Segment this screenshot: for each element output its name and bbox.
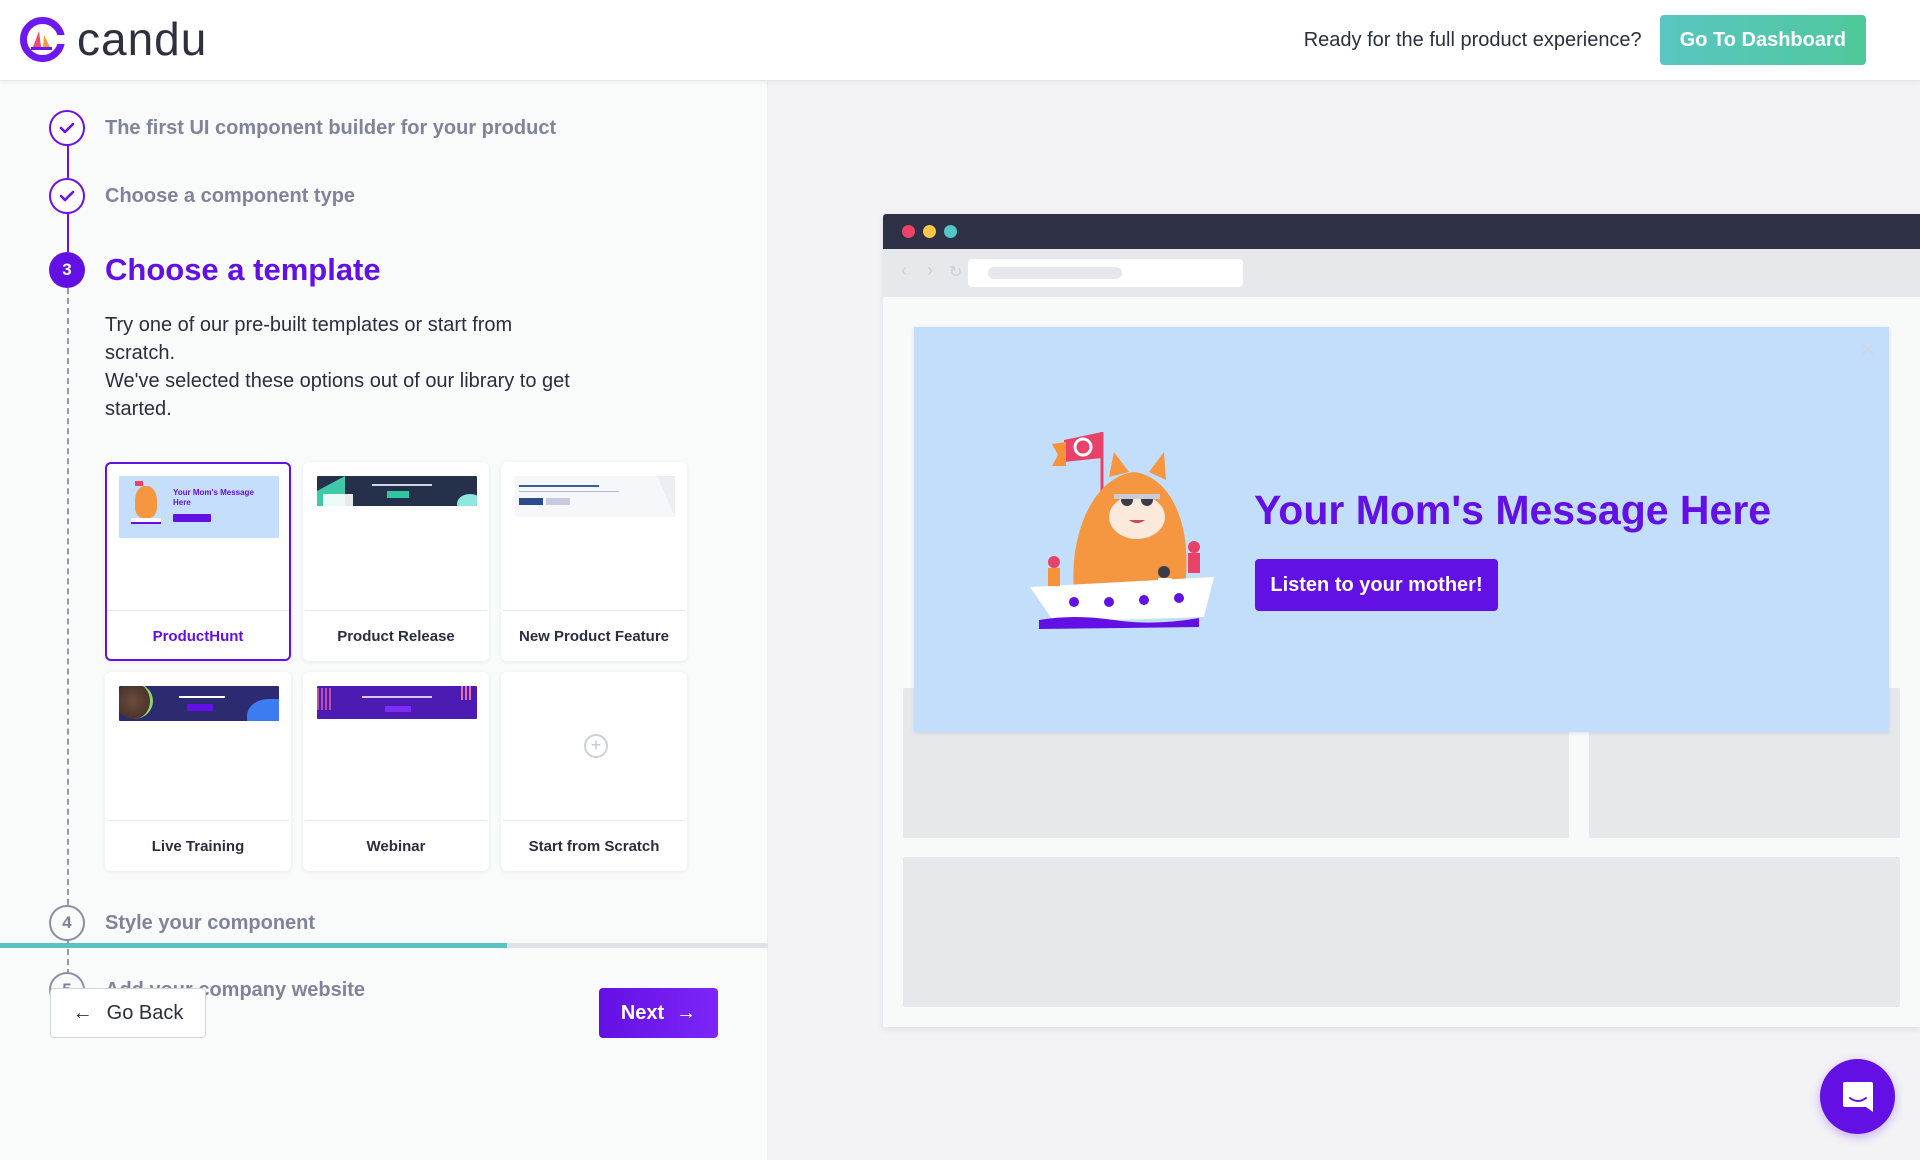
- desk-shape: [323, 494, 353, 506]
- template-label: Start from Scratch: [528, 838, 660, 855]
- step-number-badge: 4: [49, 905, 85, 941]
- template-card-webinar[interactable]: Webinar: [303, 672, 489, 871]
- thumb-button: [173, 514, 211, 522]
- flag-shape: [135, 481, 143, 486]
- chat-icon: [1842, 1081, 1873, 1112]
- template-card-live-training[interactable]: Live Training: [105, 672, 291, 871]
- boat-shape: [131, 518, 161, 524]
- step-connector: [67, 145, 69, 178]
- top-header: candu Ready for the full product experie…: [0, 0, 1920, 81]
- blob-shape: [457, 494, 477, 506]
- template-card-producthunt[interactable]: Your Mom's Message Here ProductHunt: [105, 462, 291, 661]
- window-minimize-dot: [923, 225, 936, 238]
- template-card-product-release[interactable]: Product Release: [303, 462, 489, 661]
- banner-cta-button[interactable]: Listen to your mother!: [1255, 559, 1498, 611]
- template-card-new-product-feature[interactable]: New Product Feature: [501, 462, 687, 661]
- check-icon: [49, 110, 85, 146]
- template-thumbnail: Your Mom's Message Here: [119, 476, 279, 538]
- step-description: Try one of our pre-built templates or st…: [105, 311, 575, 423]
- template-label: Live Training: [151, 838, 245, 855]
- placeholder-block: [903, 857, 1900, 1007]
- step-label: Choose a component type: [105, 184, 356, 207]
- address-placeholder: [988, 267, 1122, 279]
- preview-banner: ✕ Your Mom's Message Here Listen to your…: [914, 327, 1889, 732]
- go-to-dashboard-button[interactable]: Go To Dashboard: [1659, 15, 1866, 65]
- corner-shape: [657, 476, 675, 517]
- next-button[interactable]: Next →: [599, 988, 718, 1038]
- template-thumbnail: [515, 476, 675, 517]
- window-maximize-dot: [944, 225, 957, 238]
- arrow-left-icon: ←: [72, 1001, 93, 1024]
- description-line-2: We've selected these options out of our …: [105, 370, 570, 420]
- template-thumbnail: [317, 476, 477, 506]
- blob-shape: [247, 699, 279, 721]
- thumb-text-line: [362, 696, 432, 698]
- go-back-button[interactable]: ← Go Back: [50, 988, 206, 1038]
- step-4[interactable]: 4 Style your component: [49, 905, 315, 941]
- chat-launcher-button[interactable]: [1820, 1059, 1895, 1134]
- step-number-badge: 3: [49, 252, 85, 288]
- step-label: Style your component: [105, 911, 316, 934]
- cat-illustration: [135, 486, 157, 518]
- photo-shape: [119, 686, 153, 719]
- thumb-title: Your Mom's Message Here: [173, 488, 254, 507]
- step-1[interactable]: The first UI component builder for your …: [49, 110, 556, 146]
- current-step-title: Choose a template: [105, 252, 381, 287]
- thumb-button: [387, 491, 409, 498]
- step-label: The first UI component builder for your …: [105, 116, 557, 139]
- window-close-dot: [902, 225, 915, 238]
- template-grid: Your Mom's Message Here ProductHunt Prod…: [105, 462, 690, 871]
- candu-logo-icon: [20, 17, 65, 62]
- browser-titlebar: [883, 214, 1920, 249]
- card-divider: [107, 820, 289, 821]
- card-divider: [305, 820, 487, 821]
- header-cta: Ready for the full product experience? G…: [1304, 15, 1866, 65]
- candu-logo[interactable]: candu: [20, 13, 208, 65]
- pattern-shape: [461, 686, 473, 700]
- browser-toolbar: ‹ › ↻: [883, 249, 1920, 297]
- step-2[interactable]: Choose a component type: [49, 178, 355, 214]
- step-connector: [67, 214, 69, 252]
- progress-bar: [0, 943, 768, 948]
- card-divider: [305, 610, 487, 611]
- plus-circle-icon: +: [584, 734, 608, 758]
- card-divider: [503, 610, 685, 611]
- card-divider: [107, 610, 289, 611]
- template-label: Webinar: [366, 838, 426, 855]
- template-label: ProductHunt: [152, 628, 244, 645]
- template-thumbnail: [119, 686, 279, 721]
- thumb-button: [187, 704, 213, 711]
- thumb-text-line: [519, 485, 599, 487]
- template-label: New Product Feature: [518, 628, 670, 645]
- description-line-1: Try one of our pre-built templates or st…: [105, 314, 513, 364]
- header-prompt: Ready for the full product experience?: [1303, 28, 1642, 51]
- step-connector-dashed: [67, 288, 69, 985]
- banner-title: Your Mom's Message Here: [1254, 487, 1772, 533]
- step-3: 3 Choose a template: [49, 252, 381, 288]
- forward-icon: ›: [927, 260, 933, 280]
- close-icon[interactable]: ✕: [1859, 337, 1877, 363]
- progress-fill: [0, 943, 507, 948]
- template-label: Product Release: [337, 628, 455, 645]
- thumb-button: [546, 498, 570, 505]
- template-thumbnail: [317, 686, 477, 719]
- cat-boat-illustration: [1030, 432, 1214, 629]
- brand-name: candu: [77, 13, 208, 65]
- thumb-button: [385, 706, 411, 712]
- address-bar: [968, 259, 1243, 287]
- check-icon: [49, 178, 85, 214]
- reload-icon: ↻: [949, 264, 963, 281]
- go-back-label: Go Back: [106, 1001, 184, 1024]
- template-card-start-from-scratch[interactable]: + Start from Scratch: [501, 672, 687, 871]
- card-divider: [503, 820, 685, 821]
- thumb-button: [519, 498, 543, 505]
- thumb-text-line: [519, 491, 619, 492]
- back-icon: ‹: [901, 260, 907, 280]
- thumb-text-line: [372, 484, 432, 486]
- arrow-right-icon: →: [676, 1001, 697, 1024]
- next-label: Next: [620, 1001, 665, 1024]
- thumb-text-line: [179, 696, 225, 698]
- pattern-shape: [317, 688, 331, 710]
